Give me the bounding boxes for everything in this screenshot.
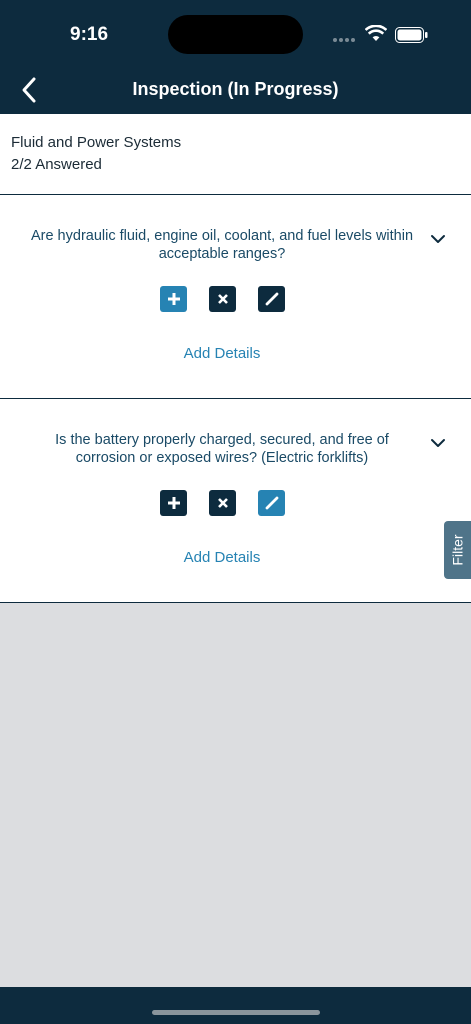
close-icon: [217, 498, 228, 508]
page-title: Inspection (In Progress): [132, 79, 339, 99]
plus-icon: [167, 293, 180, 305]
question-card: Is the battery properly charged, secured…: [0, 399, 471, 603]
dynamic-island: [168, 15, 303, 54]
top-bar: 9:16 Inspection (In Progress): [0, 0, 471, 114]
answer-actions: [160, 490, 285, 516]
close-icon: [217, 294, 228, 304]
battery-icon: [395, 27, 428, 43]
no-button[interactable]: [209, 490, 236, 516]
yes-button[interactable]: [160, 490, 187, 516]
section-title: Fluid and Power Systems: [11, 134, 182, 151]
plus-icon: [167, 497, 180, 509]
edit-button[interactable]: [258, 286, 285, 312]
inspection-content: Fluid and Power Systems 2/2 Answered Are…: [0, 114, 471, 603]
answer-actions: [160, 286, 285, 312]
answered-count: 2/2 Answered: [11, 156, 102, 173]
filter-button[interactable]: Filter: [444, 521, 471, 579]
wifi-icon: [365, 25, 387, 41]
home-indicator[interactable]: [152, 1010, 320, 1015]
section-header: Fluid and Power Systems 2/2 Answered: [0, 114, 471, 195]
pencil-icon: [265, 292, 278, 306]
chevron-down-icon[interactable]: [430, 437, 446, 449]
filter-label: Filter: [449, 534, 466, 566]
add-details-link[interactable]: Add Details: [0, 345, 444, 362]
pencil-icon: [265, 496, 278, 510]
question-text: Is the battery properly charged, secured…: [55, 432, 389, 466]
chevron-down-icon[interactable]: [430, 233, 446, 245]
no-button[interactable]: [209, 286, 236, 312]
status-time: 9:16: [70, 24, 109, 45]
edit-button[interactable]: [258, 490, 285, 516]
question-text: Are hydraulic fluid, engine oil, coolant…: [30, 228, 414, 262]
bottom-bar: [0, 987, 471, 1024]
cellular-signal-icon: [333, 38, 355, 42]
question-card: Are hydraulic fluid, engine oil, coolant…: [0, 195, 471, 399]
add-details-link[interactable]: Add Details: [0, 549, 444, 566]
yes-button[interactable]: [160, 286, 187, 312]
